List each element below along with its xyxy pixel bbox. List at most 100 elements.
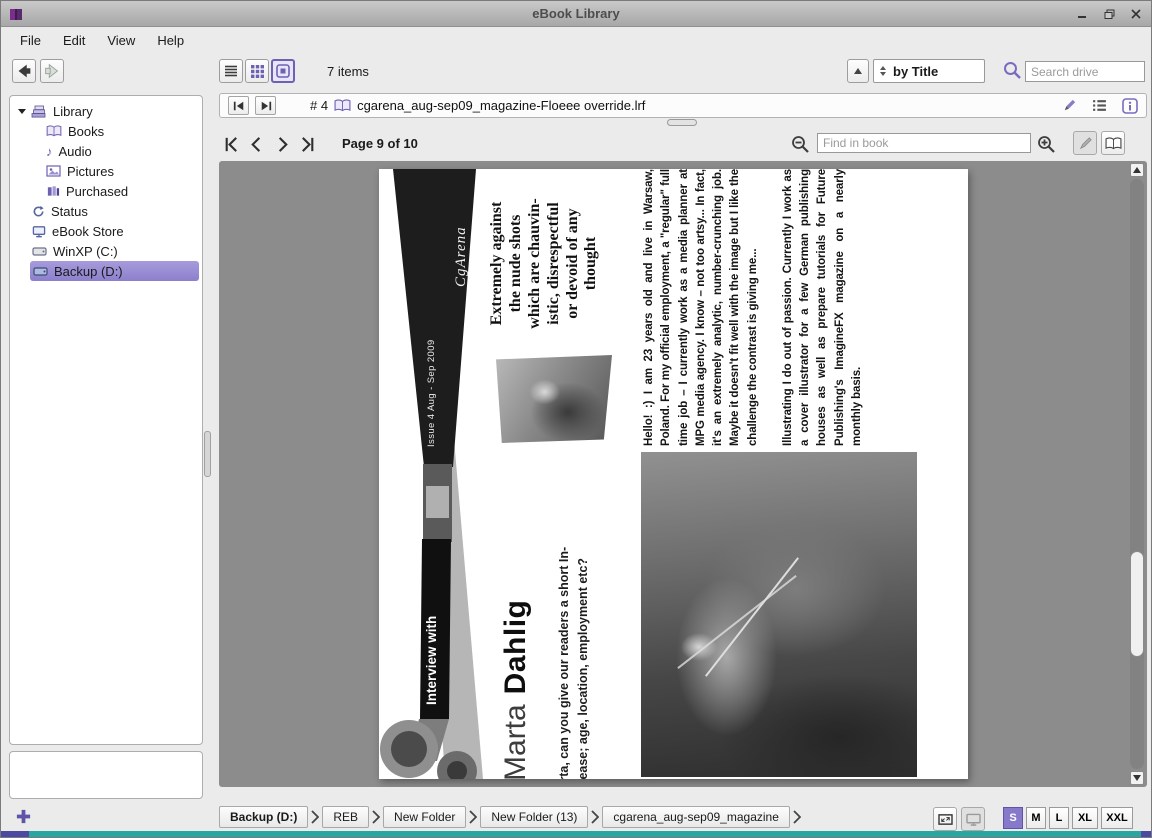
sort-dropdown[interactable]: by Title	[873, 59, 985, 83]
menu-view[interactable]: View	[96, 30, 146, 51]
search-input[interactable]	[1025, 61, 1145, 82]
next-page-button[interactable]	[271, 132, 293, 156]
menu-file[interactable]: File	[9, 30, 52, 51]
sort-asc-icon	[854, 68, 862, 74]
items-count-label: 7 items	[327, 64, 369, 79]
zoom-out-button[interactable]	[789, 132, 811, 156]
breadcrumb-new-folder[interactable]: New Folder	[383, 806, 467, 828]
chevron-right-icon	[311, 810, 320, 824]
menu-help[interactable]: Help	[146, 30, 195, 51]
open-book-icon	[1105, 136, 1121, 149]
library-tree-panel: Library Books ♪ Audio Pictures Purchased	[9, 95, 203, 745]
sidebar-item-label: Audio	[58, 143, 92, 159]
expander-icon[interactable]	[18, 108, 26, 114]
sidebar-item-status[interactable]: Status	[10, 201, 202, 221]
sort-direction-button[interactable]	[847, 59, 869, 83]
breadcrumb-new-folder-13[interactable]: New Folder (13)	[480, 806, 589, 828]
minimize-button[interactable]	[1073, 5, 1091, 22]
cover-view-icon	[276, 64, 290, 78]
music-note-icon: ♪	[46, 143, 53, 159]
sidebar-item-backup-d[interactable]: Backup (D:)	[30, 261, 199, 281]
article-body: Hello! :) I am 23 years old and live in …	[643, 169, 863, 446]
collapse-handle[interactable]	[667, 119, 697, 126]
books-icon	[46, 125, 62, 137]
scroll-up-button[interactable]	[1130, 163, 1144, 177]
paintbrush-detail	[705, 557, 799, 677]
magazine-page: CgArena Issue 4 Aug - Sep 2009 Interview…	[379, 169, 968, 779]
last-page-button[interactable]	[297, 132, 319, 156]
add-button[interactable]	[11, 804, 35, 828]
scroll-down-button[interactable]	[1130, 771, 1144, 785]
view-cover-button[interactable]	[271, 59, 295, 83]
sidebar-item-winxp-c[interactable]: WinXP (C:)	[10, 241, 202, 261]
sidebar-item-audio[interactable]: ♪ Audio	[10, 141, 202, 161]
next-page-icon	[278, 136, 288, 152]
page-indicator: Page 9 of 10	[342, 136, 418, 151]
breadcrumb-backup-d[interactable]: Backup (D:)	[219, 806, 309, 828]
info-button[interactable]	[1122, 97, 1138, 114]
last-page-icon	[301, 136, 313, 152]
picture-icon	[46, 165, 61, 177]
skip-first-icon	[233, 101, 243, 110]
breadcrumb-cgarena-magazine[interactable]: cgarena_aug-sep09_magazine	[602, 806, 790, 828]
fit-screen-icon	[937, 813, 953, 825]
book-title: cgarena_aug-sep09_magazine-Floeee overri…	[357, 98, 646, 113]
first-page-icon	[225, 136, 237, 152]
panel-splitter-grip[interactable]	[204, 431, 211, 477]
zoom-out-icon	[792, 136, 809, 153]
menu-bar: File Edit View Help	[1, 27, 1151, 53]
sidebar-item-label: Status	[51, 203, 88, 219]
pen-icon	[1079, 136, 1092, 149]
last-item-button[interactable]	[255, 96, 276, 115]
breadcrumb-reb[interactable]: REB	[322, 806, 370, 828]
purchased-books-icon	[46, 185, 60, 197]
skip-last-icon	[261, 101, 271, 110]
annotate-button[interactable]	[1061, 98, 1077, 114]
view-list-button[interactable]	[219, 59, 243, 83]
size-button-l[interactable]: L	[1049, 807, 1069, 829]
sidebar-item-purchased[interactable]: Purchased	[10, 181, 202, 201]
search-icon	[1002, 60, 1022, 85]
sidebar-item-books[interactable]: Books	[10, 121, 202, 141]
spinner-icon	[880, 66, 886, 76]
zoom-in-button[interactable]	[1035, 132, 1057, 156]
info-icon	[1122, 97, 1138, 114]
first-item-button[interactable]	[228, 96, 249, 115]
sidebar-item-ebook-store[interactable]: eBook Store	[10, 221, 202, 241]
drive-icon	[33, 266, 48, 277]
taskbar-segment	[1141, 831, 1151, 837]
forward-button[interactable]	[40, 59, 64, 83]
size-button-s[interactable]: S	[1003, 807, 1023, 829]
scrollbar-thumb[interactable]	[1130, 551, 1144, 657]
sidebar-item-library[interactable]: Library	[10, 101, 202, 121]
sort-label: by Title	[893, 63, 939, 79]
pull-quote: Extremely against the nude shots which a…	[488, 198, 600, 329]
find-in-book-input[interactable]	[817, 133, 1031, 153]
toc-button[interactable]	[1092, 98, 1107, 113]
back-button[interactable]	[12, 59, 36, 83]
vertical-scrollbar-track[interactable]	[1130, 179, 1144, 769]
external-display-button[interactable]	[961, 807, 985, 831]
sidebar-item-pictures[interactable]: Pictures	[10, 161, 202, 181]
back-arrow-icon	[18, 64, 31, 78]
chevron-right-icon	[591, 810, 600, 824]
prev-page-button[interactable]	[245, 132, 267, 156]
breadcrumb: Backup (D:) REB New Folder New Folder (1…	[219, 806, 804, 828]
ebook-library-window: eBook Library File Edit View Help 7 item…	[0, 0, 1152, 838]
grid-icon	[250, 64, 264, 78]
fit-to-screen-button[interactable]	[933, 807, 957, 831]
highlight-pen-button[interactable]	[1073, 131, 1097, 155]
book-view-button[interactable]	[1101, 131, 1125, 155]
book-header-bar: # 4 cgarena_aug-sep09_magazine-Floeee ov…	[219, 93, 1147, 118]
restore-button[interactable]	[1100, 5, 1118, 22]
menu-edit[interactable]: Edit	[52, 30, 96, 51]
size-button-xl[interactable]: XL	[1072, 807, 1098, 829]
view-grid-button[interactable]	[245, 59, 269, 83]
size-button-xxl[interactable]: XXL	[1101, 807, 1133, 829]
reader-viewport: CgArena Issue 4 Aug - Sep 2009 Interview…	[219, 161, 1147, 787]
sidebar-item-label: Books	[68, 123, 105, 139]
portrait-photo	[496, 355, 612, 443]
close-button[interactable]	[1127, 5, 1145, 22]
size-button-m[interactable]: M	[1026, 807, 1046, 829]
first-page-button[interactable]	[219, 132, 241, 156]
